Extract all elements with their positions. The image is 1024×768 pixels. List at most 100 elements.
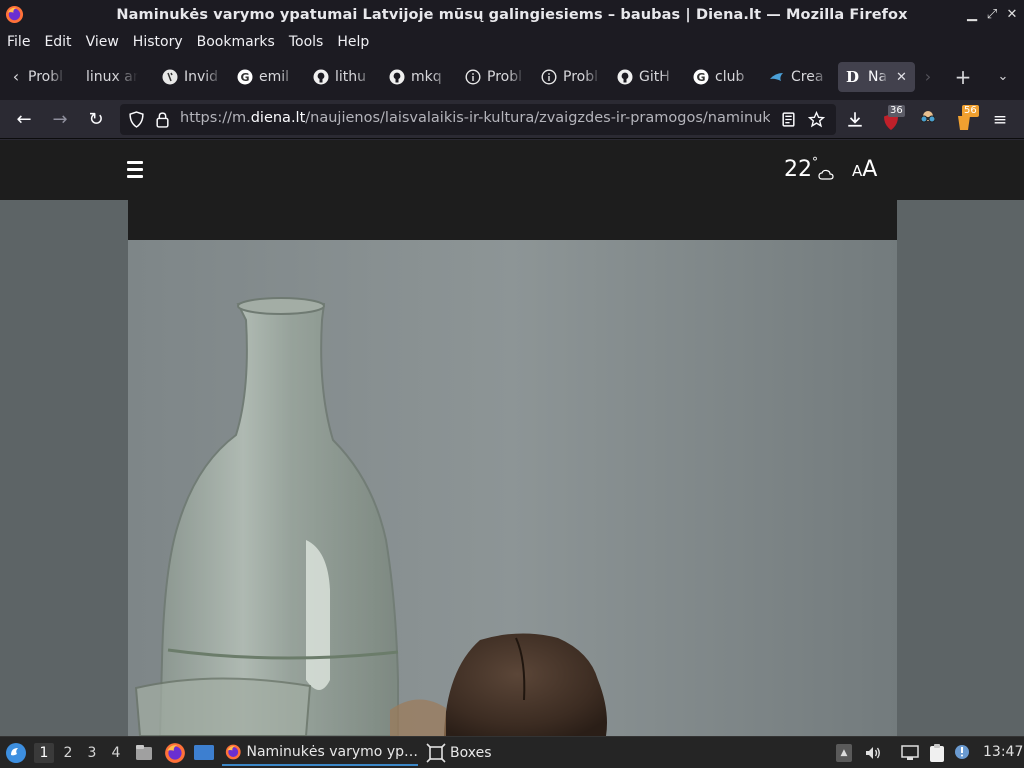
hamburger-menu-icon[interactable]: ≡: [988, 108, 1012, 132]
tab-7[interactable]: Probl: [465, 62, 525, 92]
svg-text:G: G: [240, 71, 249, 84]
google-icon: G: [693, 69, 709, 85]
task-boxes-window[interactable]: Boxes: [426, 740, 492, 766]
firefox-launcher-icon[interactable]: [164, 742, 186, 764]
task-firefox-window[interactable]: Naminukės varymo yp…: [222, 740, 418, 766]
font-size-toggle[interactable]: AA: [852, 157, 877, 182]
reload-icon[interactable]: ↻: [84, 108, 108, 132]
github-icon: [313, 69, 329, 85]
task-label: Naminukės varymo yp…: [246, 744, 418, 760]
desktop-icon[interactable]: [193, 743, 215, 763]
workspace-3[interactable]: 3: [82, 743, 102, 763]
info-icon: [541, 69, 557, 85]
tab-9[interactable]: GitH: [617, 62, 677, 92]
new-tab-icon[interactable]: +: [952, 66, 974, 88]
font-size-large-label: A: [862, 157, 878, 182]
tab-8[interactable]: Probl: [541, 62, 601, 92]
tab-label: mkq: [411, 69, 442, 85]
minimize-icon[interactable]: ▁: [964, 7, 980, 23]
maximize-icon[interactable]: ⤢: [984, 7, 1000, 23]
menu-view[interactable]: View: [86, 34, 119, 50]
ublock-badge: 36: [888, 105, 905, 117]
file-manager-icon[interactable]: [134, 743, 154, 763]
tab-label: Na: [868, 69, 888, 85]
desktop-taskbar: 1 2 3 4 Naminukės varymo yp… Boxes ▲ 13:…: [0, 736, 1024, 768]
menu-help[interactable]: Help: [337, 34, 369, 50]
url-text[interactable]: https://m.diena.lt/naujienos/laisvalaiki…: [180, 110, 770, 126]
tab-6[interactable]: mkq: [389, 62, 449, 92]
google-icon: G: [237, 69, 253, 85]
tab-label: GitH: [639, 69, 670, 85]
steam-icon: [770, 73, 783, 81]
workspace-2[interactable]: 2: [58, 743, 78, 763]
bookmark-star-icon[interactable]: [808, 111, 825, 128]
menu-file[interactable]: File: [7, 34, 30, 50]
reader-view-icon[interactable]: [780, 111, 797, 128]
invidious-icon: [162, 69, 178, 85]
menu-bookmarks[interactable]: Bookmarks: [197, 34, 275, 50]
tabs-scroll-left-icon[interactable]: ‹: [5, 66, 27, 88]
back-icon[interactable]: ←: [12, 108, 36, 132]
site-menu-icon[interactable]: [127, 161, 143, 179]
window-title: Naminukės varymo ypatumai Latvijoje mūsų…: [116, 7, 908, 23]
cloud-icon: [818, 169, 834, 180]
menu-history[interactable]: History: [133, 34, 183, 50]
tab-label: Probl: [563, 69, 598, 85]
tab-3[interactable]: Invid: [162, 62, 222, 92]
url-path: /naujienos/laisvalaikis-ir-kultura/zvaig…: [305, 110, 770, 126]
weather-temperature: 22: [784, 157, 812, 182]
tab-label: club: [715, 69, 745, 85]
bottle-and-bread-photo: [128, 240, 897, 736]
menu-tools[interactable]: Tools: [289, 34, 324, 50]
github-icon: [389, 69, 405, 85]
tabs-scroll-right-icon[interactable]: ›: [917, 66, 939, 88]
tab-label: Invid: [184, 69, 219, 85]
tracking-shield-icon[interactable]: [128, 111, 145, 128]
forward-icon[interactable]: →: [48, 108, 72, 132]
privacy-glasses-icon[interactable]: [918, 110, 938, 128]
workspace-1[interactable]: 1: [34, 743, 54, 763]
tab-5[interactable]: lithu: [313, 62, 373, 92]
article-top-band: [128, 200, 897, 240]
font-size-small-label: A: [852, 162, 863, 180]
extension-button-2[interactable]: 56: [954, 105, 980, 132]
task-label: Boxes: [450, 745, 492, 761]
url-bar[interactable]: https://m.diena.lt/naujienos/laisvalaiki…: [120, 104, 836, 135]
menu-bar: File Edit View History Bookmarks Tools H…: [0, 30, 1024, 54]
site-header: 22 ° AA: [0, 140, 1024, 200]
menu-edit[interactable]: Edit: [44, 34, 71, 50]
tray-expand-icon[interactable]: ▲: [836, 744, 852, 762]
tab-close-icon[interactable]: ✕: [896, 70, 907, 85]
navigation-toolbar: ← → ↻ https://m.diena.lt/naujienos/laisv…: [0, 100, 1024, 139]
tab-label: Probl: [487, 69, 522, 85]
start-menu-icon[interactable]: [5, 742, 27, 764]
svg-text:G: G: [696, 71, 705, 84]
close-icon[interactable]: ✕: [1004, 7, 1020, 23]
clipboard-icon[interactable]: [928, 743, 946, 763]
list-all-tabs-icon[interactable]: ⌄: [992, 66, 1014, 88]
web-content: 22 ° AA: [0, 140, 1024, 736]
window-titlebar: Naminukės varymo ypatumai Latvijoje mūsų…: [0, 0, 1024, 30]
downloads-icon[interactable]: [846, 110, 864, 128]
tab-2[interactable]: linux an: [86, 62, 138, 92]
tab-label: emil: [259, 69, 290, 85]
boxes-icon: [426, 743, 446, 763]
ublock-extension-button[interactable]: 36: [882, 105, 908, 132]
tab-4[interactable]: G emil: [237, 62, 297, 92]
tab-10[interactable]: G club: [693, 62, 753, 92]
weather-widget[interactable]: 22 °: [784, 155, 834, 182]
network-icon[interactable]: [900, 744, 920, 762]
tab-active[interactable]: D Na ✕: [838, 62, 915, 92]
clock[interactable]: 13:47: [983, 744, 1023, 760]
workspace-4[interactable]: 4: [106, 743, 126, 763]
firefox-icon: [225, 744, 241, 760]
tab-11[interactable]: Crea: [769, 62, 829, 92]
tab-label: Probl: [28, 69, 63, 85]
lock-icon[interactable]: [154, 111, 171, 128]
tab-label: lithu: [335, 69, 367, 85]
notification-icon[interactable]: [953, 743, 971, 761]
url-host: diena.lt: [250, 110, 306, 126]
tab-1[interactable]: Probl: [28, 62, 66, 92]
tab-label: linux an: [86, 69, 138, 85]
volume-icon[interactable]: [864, 744, 882, 762]
